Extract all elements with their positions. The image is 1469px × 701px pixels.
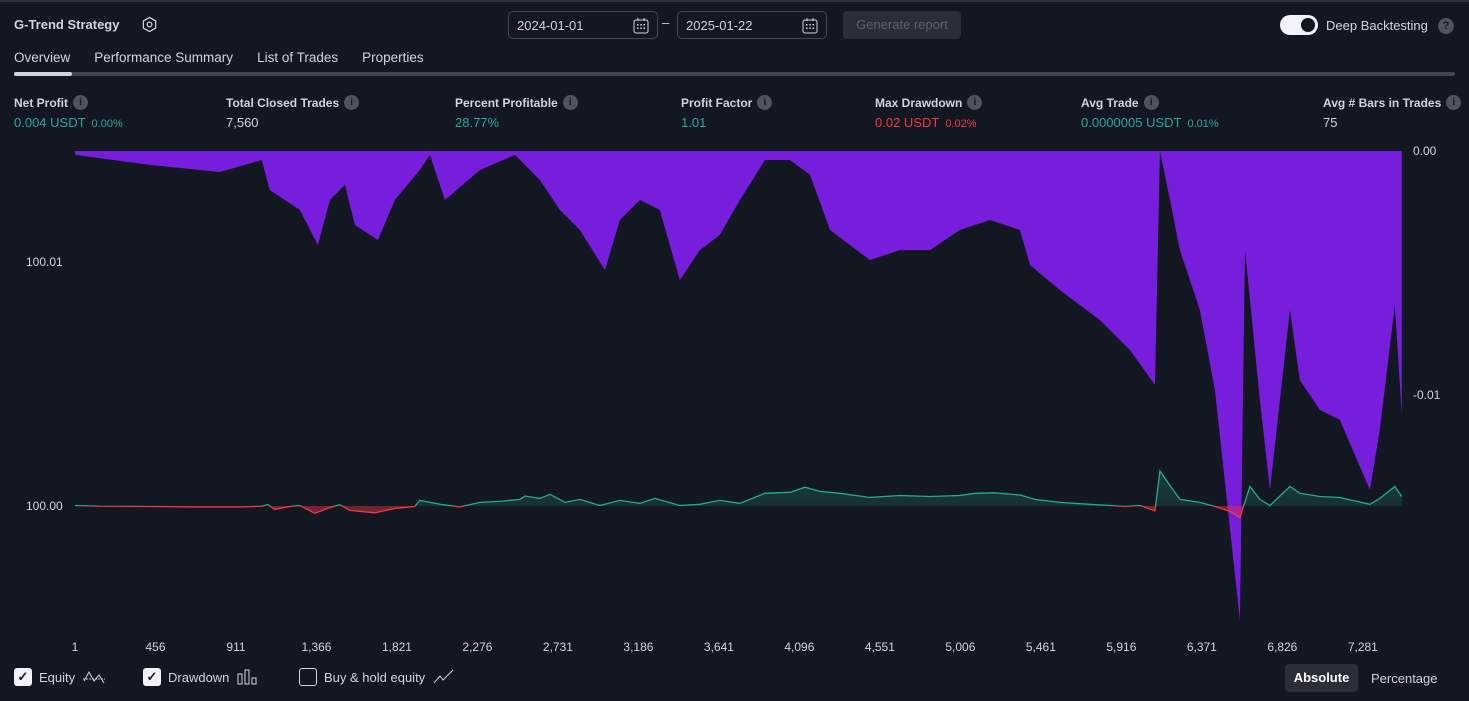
legend-equity[interactable]: ✓ Equity <box>14 668 106 686</box>
legend-drawdown[interactable]: ✓ Drawdown <box>143 668 258 686</box>
x-tick: 1 <box>72 640 79 654</box>
info-icon[interactable]: i <box>344 95 360 110</box>
equity-line-positive <box>74 469 1403 506</box>
x-tick: 2,731 <box>543 640 573 654</box>
x-tick: 1,821 <box>382 640 412 654</box>
metric-value: 0.02 USDT <box>875 115 940 130</box>
metric-value: 75 <box>1323 115 1338 130</box>
metric-percent: 0.02% <box>945 118 977 130</box>
metric-percent: 0.01% <box>1187 118 1219 130</box>
drawdown-area <box>75 151 1402 620</box>
line-chart-icon <box>433 669 454 684</box>
absolute-button[interactable]: Absolute <box>1285 664 1358 692</box>
date-separator: – <box>662 15 670 30</box>
drawdown-checkbox[interactable]: ✓ <box>143 668 161 686</box>
x-tick: 456 <box>145 640 165 654</box>
metric-label: Profit Factor <box>681 95 753 110</box>
equity-line-negative <box>74 506 1271 519</box>
legend-buy-hold[interactable]: Buy & hold equity <box>299 668 456 686</box>
buy-hold-checkbox[interactable] <box>299 668 317 686</box>
x-tick: 911 <box>226 640 245 654</box>
deep-backtesting-label: Deep Backtesting <box>1326 18 1428 33</box>
metric-total-closed-trades: Total Closed Trades i 7,560 <box>226 95 360 130</box>
metric-value: 7,560 <box>226 115 259 130</box>
metric-profit-factor: Profit Factor i 1.01 <box>681 95 773 130</box>
metric-label: Net Profit <box>14 95 68 110</box>
x-tick: 3,186 <box>623 640 653 654</box>
metric-max-drawdown: Max Drawdown i 0.02 USDT 0.02% <box>875 95 983 130</box>
bars-icon <box>237 669 257 685</box>
equity-line-icon <box>83 670 106 684</box>
x-tick: 7,281 <box>1348 640 1378 654</box>
y-right-tick: 0.00 <box>1413 144 1437 158</box>
end-date-input[interactable]: 2025-01-22 <box>677 11 827 39</box>
info-icon[interactable]: i <box>1446 95 1462 110</box>
end-date-value: 2025-01-22 <box>686 18 753 33</box>
metric-label: Total Closed Trades <box>226 95 340 110</box>
x-tick: 4,551 <box>865 640 895 654</box>
y-left-tick: 100.00 <box>26 499 63 513</box>
info-icon[interactable]: i <box>562 95 578 110</box>
metric-avg-bars-in-trades: Avg # Bars in Trades i 75 <box>1323 95 1462 130</box>
metric-value: 0.004 USDT <box>14 115 86 130</box>
metric-label: Percent Profitable <box>455 95 558 110</box>
start-date-input[interactable]: 2024-01-01 <box>508 11 658 39</box>
settings-icon[interactable] <box>141 16 158 33</box>
metric-value: 28.77% <box>455 115 500 130</box>
x-tick: 1,366 <box>301 640 331 654</box>
info-icon[interactable]: i <box>967 95 983 110</box>
equity-checkbox[interactable]: ✓ <box>14 668 32 686</box>
metric-percent-profitable: Percent Profitable i 28.77% <box>455 95 578 130</box>
metric-label: Avg Trade <box>1081 95 1139 110</box>
x-tick: 6,371 <box>1187 640 1217 654</box>
calendar-icon[interactable] <box>801 17 819 35</box>
info-icon[interactable]: i <box>73 95 88 110</box>
x-tick: 4,096 <box>784 640 814 654</box>
equity-area-positive <box>75 470 1402 506</box>
percentage-button[interactable]: Percentage <box>1371 671 1438 686</box>
x-tick: 5,461 <box>1026 640 1056 654</box>
tab-bar: Overview Performance Summary List of Tra… <box>14 50 424 65</box>
x-tick: 2,276 <box>462 640 492 654</box>
strategy-title: G-Trend Strategy <box>14 17 120 32</box>
info-icon[interactable]: i <box>757 95 773 110</box>
x-tick: 3,641 <box>704 640 734 654</box>
equity-drawdown-chart[interactable]: 100.01 100.00 0.00 -0.01 1 456 911 1,366 1,821 2,… <box>0 140 1469 660</box>
metric-net-profit: Net Profit i 0.004 USDT 0.00% <box>14 95 123 130</box>
metric-avg-trade: Avg Trade i 0.0000005 USDT 0.01% <box>1081 95 1219 130</box>
metric-value: 0.0000005 USDT <box>1081 115 1182 130</box>
metric-percent: 0.00% <box>91 118 123 130</box>
calendar-icon[interactable] <box>632 17 650 35</box>
equity-area-negative <box>75 506 1402 518</box>
y-right-tick: -0.01 <box>1413 388 1441 402</box>
metric-label: Max Drawdown <box>875 95 963 110</box>
tab-indicator <box>14 72 1455 76</box>
generate-report-button[interactable]: Generate report <box>843 11 961 39</box>
x-tick: 5,006 <box>945 640 975 654</box>
metric-label: Avg # Bars in Trades <box>1323 95 1442 110</box>
equity-label: Equity <box>39 669 76 685</box>
tab-list-of-trades[interactable]: List of Trades <box>257 50 338 65</box>
metric-value: 1.01 <box>681 115 707 130</box>
x-tick: 5,916 <box>1106 640 1136 654</box>
tab-properties[interactable]: Properties <box>362 50 424 65</box>
deep-backtesting-toggle[interactable] <box>1280 15 1318 35</box>
y-left-tick: 100.01 <box>26 255 63 269</box>
help-icon[interactable]: ? <box>1438 18 1454 34</box>
start-date-value: 2024-01-01 <box>517 18 584 33</box>
drawdown-label: Drawdown <box>168 669 230 685</box>
tab-overview[interactable]: Overview <box>14 50 70 65</box>
info-icon[interactable]: i <box>1143 95 1159 110</box>
top-border <box>0 0 1469 2</box>
tab-performance-summary[interactable]: Performance Summary <box>94 50 233 65</box>
x-tick: 6,826 <box>1267 640 1297 654</box>
buy-hold-label: Buy & hold equity <box>324 669 426 685</box>
